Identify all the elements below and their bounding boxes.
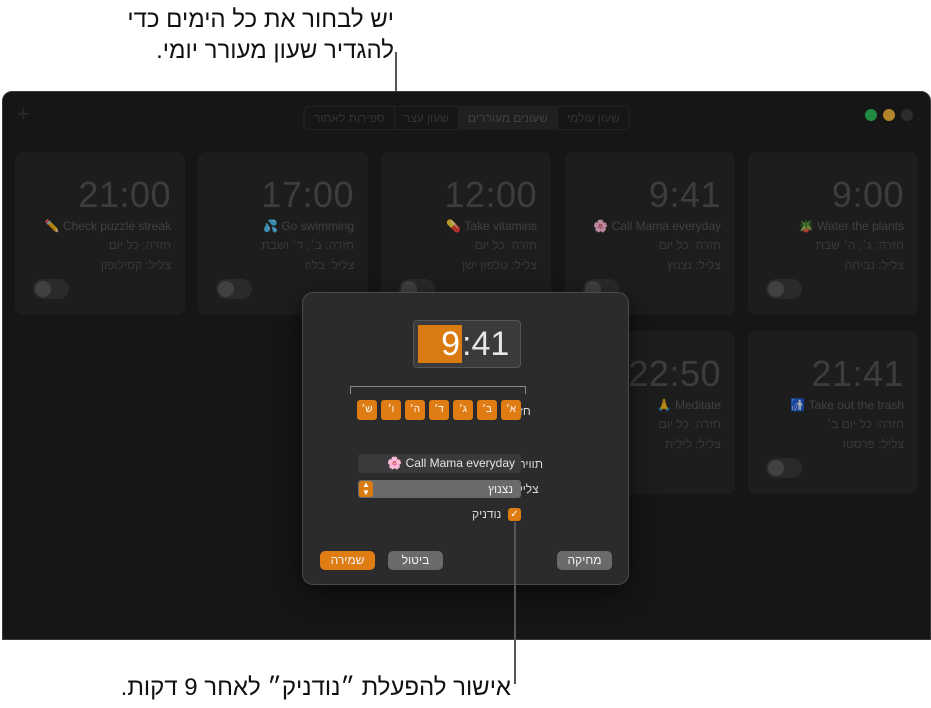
day-toggle-sat[interactable]: ש׳ [357, 400, 377, 420]
sound-select-value: נצנוץ [487, 482, 513, 496]
day-toggle-fri[interactable]: ו׳ [381, 400, 401, 420]
repeat-days: א׳ ב׳ ג׳ ד׳ ה׳ ו׳ ש׳ [357, 400, 521, 420]
alarm-label-input[interactable]: 🌸 Call Mama everyday [358, 454, 521, 473]
callout-days-line1: יש לבחור את כל הימים כדי [127, 6, 394, 33]
day-toggle-tue[interactable]: ג׳ [453, 400, 473, 420]
edit-alarm-dialog: 9 :41 חזרה: א׳ ב׳ ג׳ ד׳ ה׳ ו׳ ש׳ תווית: … [302, 292, 629, 585]
time-picker[interactable]: 9 :41 [413, 320, 521, 368]
day-toggle-sun[interactable]: א׳ [501, 400, 521, 420]
callout-snooze: אישור להפעלת ״נודניק״ לאחר 9 דקות. [120, 674, 511, 701]
callout-days-line2: להגדיר שעון מעורר יומי. [156, 37, 394, 64]
snooze-checkbox[interactable]: ✓ [508, 508, 521, 521]
day-toggle-thu[interactable]: ה׳ [405, 400, 425, 420]
cancel-button[interactable]: ביטול [388, 551, 443, 570]
snooze-label: נודניק [472, 507, 502, 521]
time-hour-field[interactable]: 9 [418, 325, 462, 363]
checkmark-icon: ✓ [510, 509, 519, 520]
sound-select[interactable]: נצנוץ ▲ ▼ [358, 480, 521, 498]
callout-days: יש לבחור את כל הימים כדי להגדיר שעון מעו… [0, 4, 394, 66]
days-bracket [350, 386, 526, 394]
callout-snooze-leader [514, 522, 516, 684]
day-toggle-mon[interactable]: ב׳ [477, 400, 497, 420]
save-button[interactable]: שמירה [320, 551, 375, 570]
select-arrows-icon: ▲ ▼ [359, 481, 373, 497]
delete-button[interactable]: מחיקה [557, 551, 612, 570]
time-minutes-field[interactable]: :41 [462, 325, 509, 363]
day-toggle-wed[interactable]: ד׳ [429, 400, 449, 420]
